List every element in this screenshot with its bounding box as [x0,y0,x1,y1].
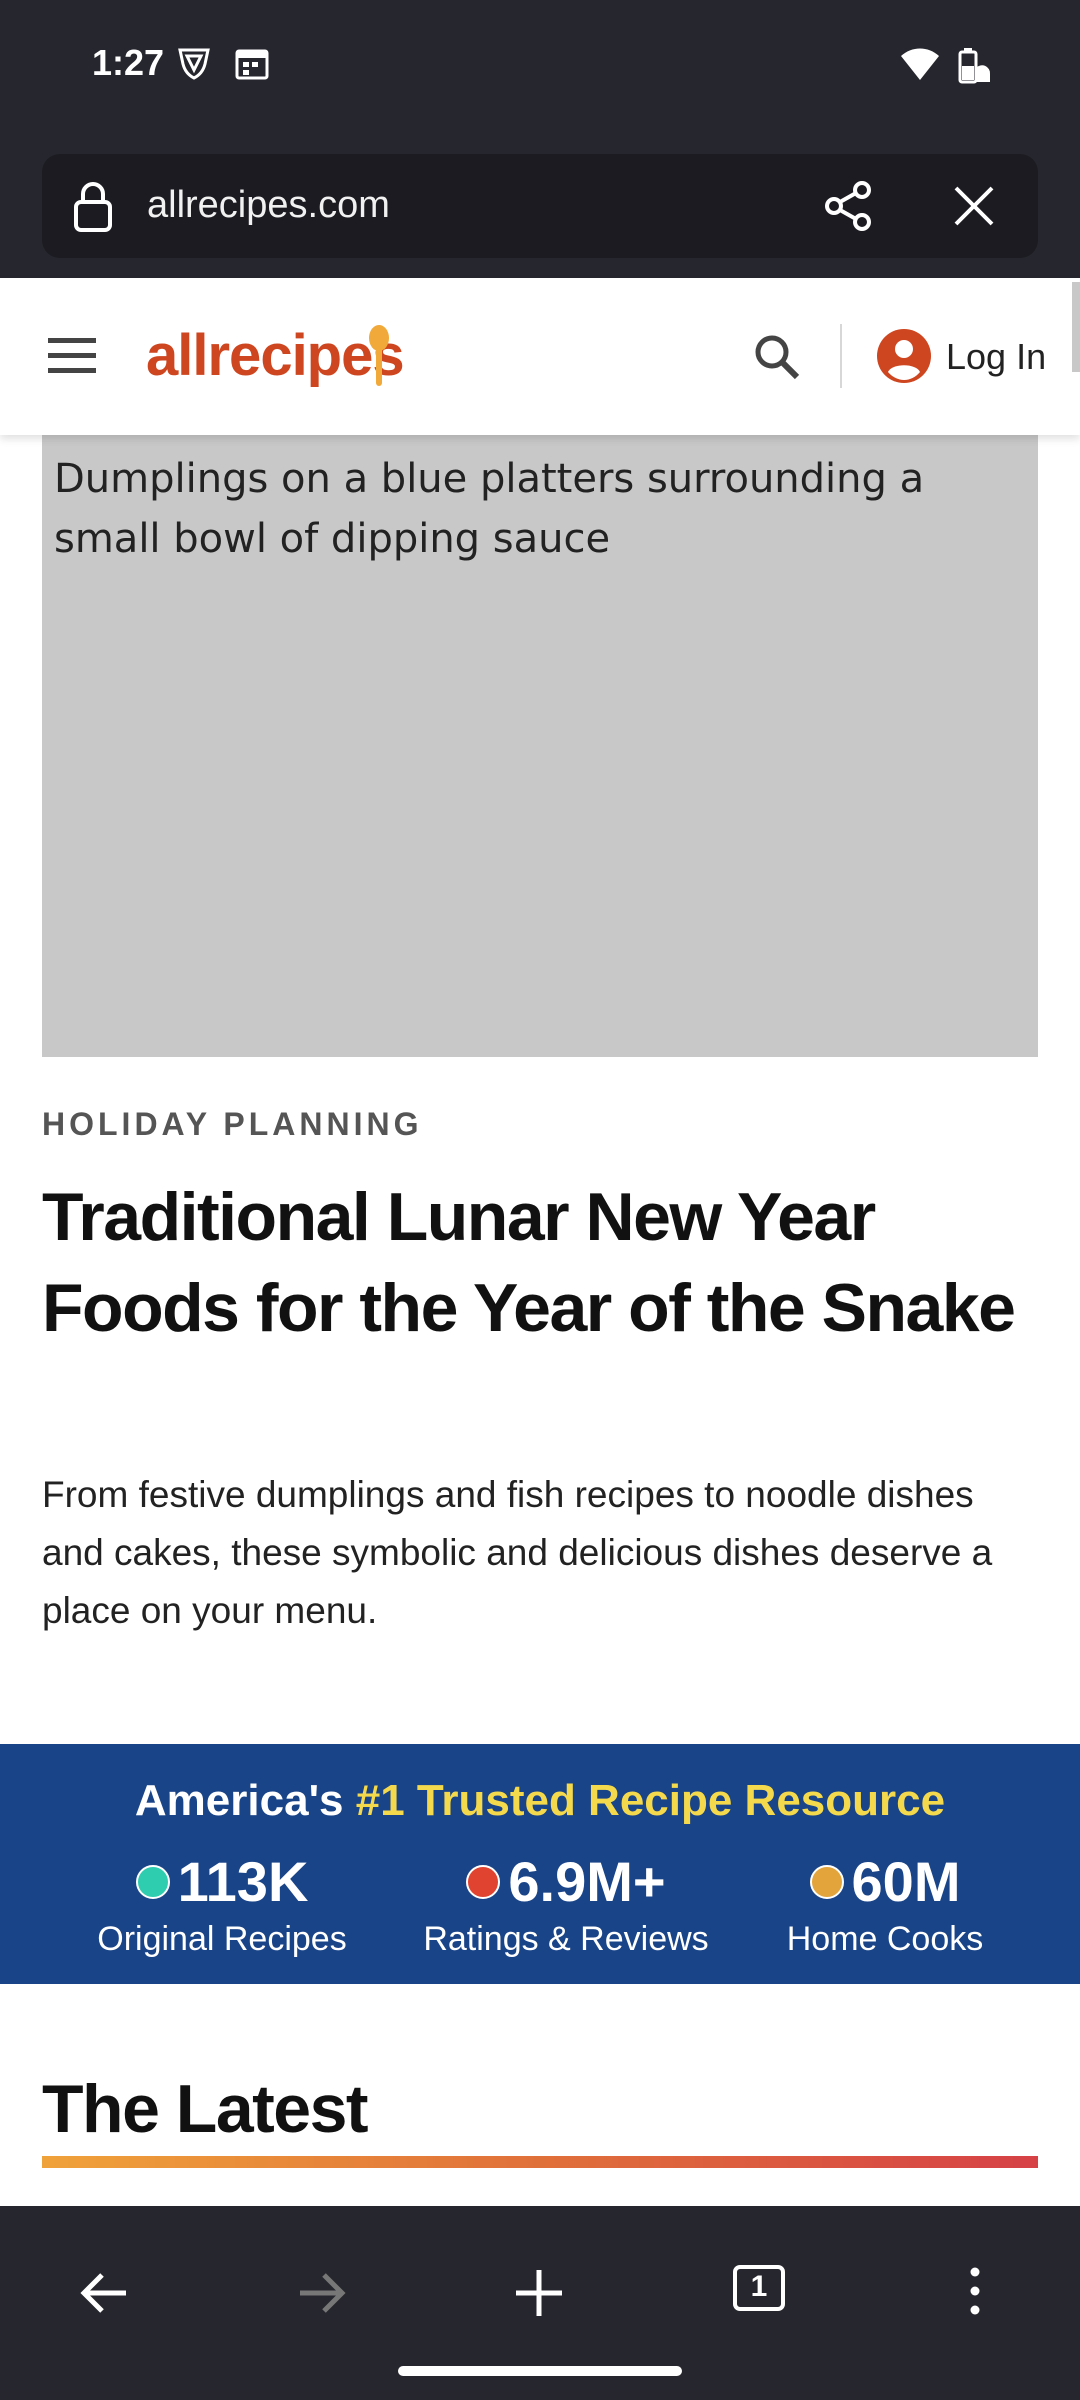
stat-dot [809,1865,844,1899]
share-icon[interactable] [822,180,874,237]
banner-title-accent: #1 Trusted Recipe Resource [355,1776,946,1825]
banner-title: America's #1 Trusted Recipe Resource [0,1776,1080,1826]
scrollbar[interactable] [1072,282,1080,372]
status-bar: 1:27 [0,0,1080,140]
address-bar[interactable]: allrecipes.com [42,154,1038,258]
banner-title-start: America's [134,1776,356,1825]
user-avatar-icon[interactable] [876,328,932,389]
tab-switcher-icon[interactable]: 1 [732,2264,786,2317]
stat-label: Ratings & Reviews [423,1920,709,1958]
site-header: allrecipes Log In [0,278,1080,435]
vpn-shield-icon [176,46,212,87]
status-time: 1:27 [92,42,165,83]
latest-underline [42,2156,1038,2168]
trust-banner: America's #1 Trusted Recipe Resource 113… [0,1744,1080,1984]
stat-value: 113K [177,1850,309,1913]
search-icon[interactable] [752,332,802,387]
close-icon[interactable] [952,184,996,233]
more-options-icon[interactable] [962,2266,988,2321]
latest-heading: The Latest [42,2071,369,2147]
article-kicker[interactable]: HOLIDAY PLANNING [42,1106,422,1143]
spoon-logo-icon [364,324,394,395]
menu-icon[interactable] [48,336,98,381]
stat-label: Home Cooks [786,1920,984,1958]
stat-home-cooks: 60M Home Cooks [760,1854,1010,1959]
home-indicator[interactable] [398,2366,682,2376]
lock-icon[interactable] [72,180,114,239]
stat-dot [135,1865,170,1899]
url-text[interactable]: allrecipes.com [147,184,390,227]
article-headline[interactable]: Traditional Lunar New Year Foods for the… [42,1172,1042,1354]
stat-value: 6.9M+ [508,1850,666,1913]
calendar-icon [234,46,270,87]
header-divider [840,324,842,388]
stat-label: Original Recipes [97,1920,347,1958]
stat-original-recipes: 113K Original Recipes [72,1854,372,1959]
battery-saver-icon [956,46,992,91]
hero-alt-text: Dumplings on a blue platters surrounding… [54,456,925,562]
new-tab-plus-icon[interactable] [514,2268,564,2323]
browser-toolbar: allrecipes.com [0,140,1080,278]
hero-image: Dumplings on a blue platters surrounding… [42,435,1038,1057]
stat-value: 60M [851,1850,961,1913]
login-link[interactable]: Log In [946,336,1046,378]
browser-bottom-nav: 1 [0,2206,1080,2400]
wifi-icon [900,46,940,87]
tab-count: 1 [750,2270,768,2303]
forward-arrow-icon[interactable] [296,2268,346,2323]
stat-dot [466,1865,501,1899]
back-arrow-icon[interactable] [80,2268,130,2323]
article-subtext: From festive dumplings and fish recipes … [42,1474,993,1631]
stat-ratings-reviews: 6.9M+ Ratings & Reviews [416,1854,716,1959]
